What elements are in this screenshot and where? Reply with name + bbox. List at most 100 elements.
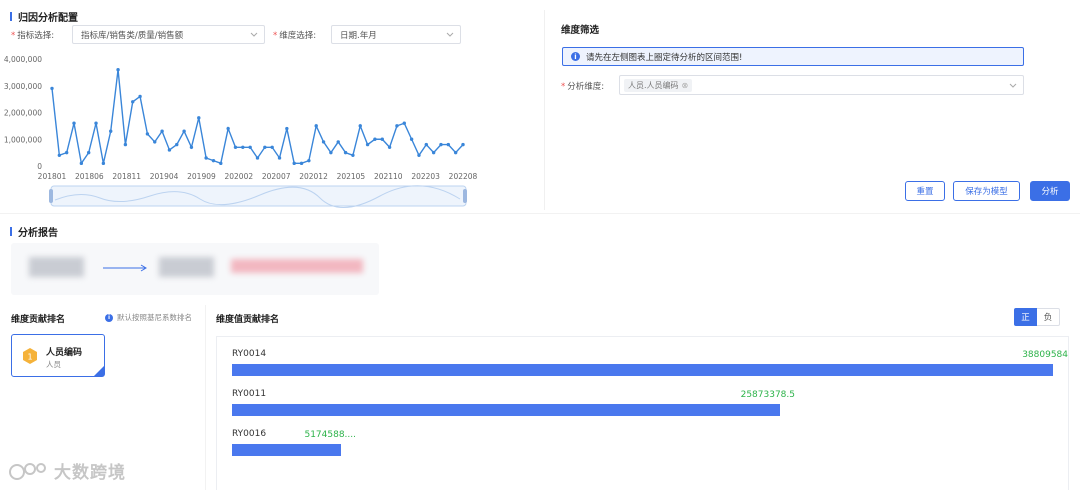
y-tick-label: 2,000,000	[4, 109, 42, 118]
ranking-divider	[205, 305, 206, 490]
dim-select[interactable]: 日期.年月	[331, 25, 461, 44]
dimension-card[interactable]: 1 人员编码 人员	[11, 334, 105, 377]
data-point[interactable]	[167, 148, 172, 152]
data-point[interactable]	[402, 121, 406, 125]
data-point[interactable]	[204, 156, 208, 160]
data-point[interactable]	[219, 161, 223, 166]
data-point[interactable]	[255, 156, 260, 160]
rank-item-bar[interactable]	[232, 364, 1053, 376]
data-point[interactable]	[153, 140, 157, 144]
data-point[interactable]	[365, 142, 370, 147]
ranking-hint-text: 默认按照基尼系数排名	[117, 313, 192, 322]
data-point[interactable]	[307, 158, 311, 163]
data-point[interactable]	[285, 126, 289, 131]
data-point[interactable]	[461, 142, 465, 147]
data-point[interactable]	[453, 150, 458, 155]
data-point[interactable]	[409, 137, 414, 141]
data-point[interactable]	[131, 100, 135, 104]
data-point[interactable]	[145, 132, 150, 136]
data-point[interactable]	[314, 124, 318, 128]
toggle-positive[interactable]: 正	[1014, 308, 1037, 326]
data-point[interactable]	[299, 161, 304, 166]
data-point[interactable]	[50, 86, 54, 91]
data-point[interactable]	[86, 150, 91, 155]
data-point[interactable]	[94, 121, 98, 125]
data-point[interactable]	[351, 153, 355, 157]
data-point[interactable]	[417, 153, 421, 157]
redacted-block-3	[231, 259, 363, 273]
data-point[interactable]	[233, 145, 238, 149]
data-point[interactable]	[373, 137, 377, 141]
ranking-hint: i 默认按照基尼系数排名	[105, 312, 192, 323]
watermark-logo-icon	[9, 462, 46, 480]
data-point[interactable]	[189, 145, 194, 149]
data-point[interactable]	[138, 94, 142, 99]
data-point[interactable]	[387, 145, 392, 149]
data-point[interactable]	[336, 140, 340, 144]
data-point[interactable]	[160, 129, 164, 133]
series-line	[51, 69, 464, 166]
data-point[interactable]	[446, 142, 451, 147]
data-point[interactable]	[277, 156, 282, 160]
watermark-text: 大数跨境	[54, 463, 126, 483]
data-point[interactable]	[329, 150, 333, 155]
selected-corner-icon	[94, 366, 104, 376]
data-point[interactable]	[109, 129, 113, 133]
data-point[interactable]	[123, 142, 128, 147]
config-section-title: 归因分析配置	[10, 9, 78, 24]
data-point[interactable]	[116, 68, 120, 72]
data-point[interactable]	[79, 161, 84, 166]
line-chart[interactable]: 4,000,000 3,000,000 2,000,000 1,000,000 0 20…	[0, 50, 480, 210]
data-point[interactable]	[424, 142, 429, 147]
data-point[interactable]	[182, 129, 186, 133]
y-tick-label: 3,000,000	[4, 82, 42, 91]
reset-button[interactable]: 重置	[905, 181, 945, 201]
data-point[interactable]	[263, 145, 267, 149]
save-model-button[interactable]: 保存为模型	[953, 181, 1020, 201]
analyze-button[interactable]: 分析	[1030, 181, 1070, 201]
data-point[interactable]	[226, 126, 230, 131]
x-tick-label: 202208	[449, 172, 478, 181]
data-point[interactable]	[321, 140, 326, 144]
data-point[interactable]	[197, 116, 201, 120]
toggle-negative[interactable]: 负	[1037, 308, 1060, 326]
tag-close-icon[interactable]: ⊗	[682, 81, 689, 90]
data-point[interactable]	[241, 145, 245, 149]
config-title: 归因分析配置	[18, 13, 78, 24]
data-point[interactable]	[343, 150, 348, 155]
data-point[interactable]	[358, 124, 362, 128]
data-point[interactable]	[380, 137, 384, 141]
data-point[interactable]	[270, 145, 274, 149]
panel-divider	[544, 10, 545, 210]
data-point[interactable]	[175, 142, 179, 147]
data-point[interactable]	[101, 161, 106, 166]
report-summary-panel	[11, 243, 379, 295]
rank-item-bar[interactable]	[232, 404, 780, 416]
filter-info-text: 请先在左侧图表上圈定待分析的区间范围!	[586, 52, 743, 63]
data-point[interactable]	[439, 142, 443, 147]
chevron-down-icon	[1009, 83, 1017, 88]
data-point[interactable]	[72, 121, 76, 125]
x-tick-label: 202012	[299, 172, 328, 181]
data-point[interactable]	[395, 124, 399, 128]
ranking-title: 维度贡献排名	[11, 315, 66, 325]
dimension-badge-icon: 1	[22, 347, 38, 365]
analysis-dim-tag[interactable]: 人员.人员编码 ⊗	[624, 78, 693, 92]
data-point[interactable]	[248, 145, 252, 149]
info-icon: i	[571, 52, 580, 61]
metric-select[interactable]: 指标库/销售类/质量/销售额	[72, 25, 265, 44]
data-point[interactable]	[431, 150, 436, 155]
data-point[interactable]	[292, 161, 296, 166]
data-point[interactable]	[57, 153, 62, 157]
rank-item-label: RY0011	[232, 389, 267, 399]
y-tick-label: 1,000,000	[4, 135, 42, 144]
data-point[interactable]	[211, 158, 216, 163]
x-tick-label: 202105	[337, 172, 366, 181]
analysis-dim-select[interactable]: 人员.人员编码 ⊗	[619, 75, 1024, 95]
dim-label: * 维度选择:	[273, 31, 317, 41]
y-tick-label: 0	[37, 162, 42, 171]
zoom-slider-handle-right	[463, 189, 467, 203]
dimension-card-subtitle: 人员	[46, 360, 61, 369]
rank-item-bar[interactable]	[232, 444, 341, 456]
data-point[interactable]	[64, 150, 69, 155]
